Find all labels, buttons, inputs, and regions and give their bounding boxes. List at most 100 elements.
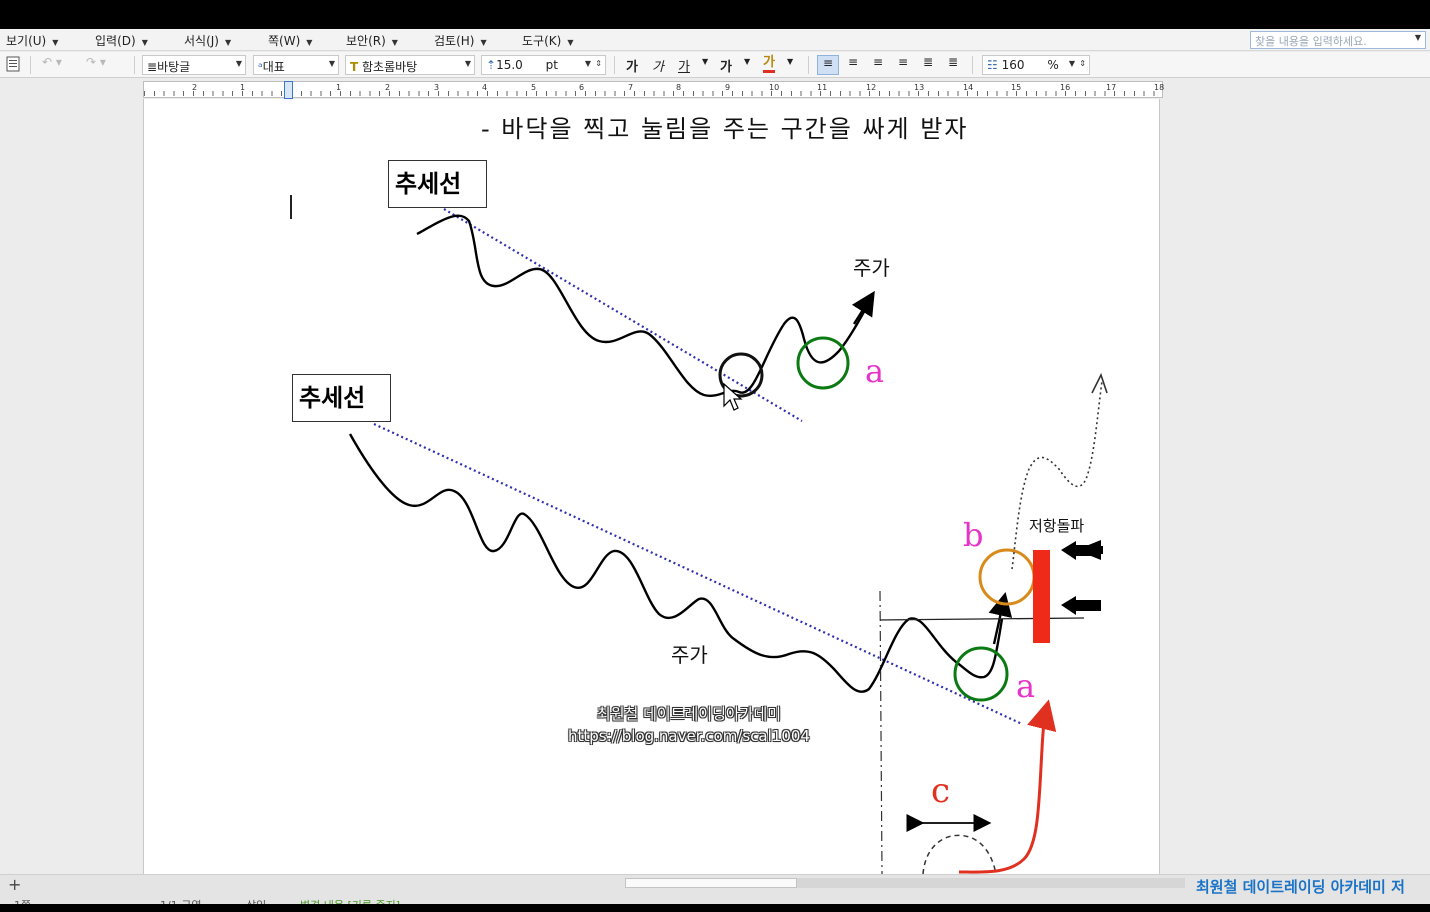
chevron-down-icon: ▼ (567, 38, 574, 47)
font-size-select[interactable]: ⇡15.0 pt ▼ ⇕ (481, 55, 606, 75)
trendline-bottom (373, 423, 1023, 725)
left-arrow-icon (1061, 596, 1101, 615)
ruler-number: 4 (482, 83, 488, 92)
document-page[interactable]: - 바닥을 찍고 눌림을 주는 구간을 싸게 받자 추세선 추세선 주가 주가 … (143, 99, 1160, 875)
ruler-number: 1 (336, 83, 342, 92)
font-size-unit: pt (545, 58, 558, 72)
spinner-icon[interactable]: ⇕ (595, 59, 602, 68)
menu-review[interactable]: 검토(H) ▼ (434, 32, 487, 49)
circle-marker-green-bottom (953, 646, 1009, 702)
document-icon[interactable] (5, 55, 21, 75)
vertical-divider (879, 590, 883, 875)
chevron-down-icon: ▼ (306, 38, 313, 47)
ruler-number: 18 (1154, 83, 1165, 92)
bold-button[interactable]: 가 (626, 56, 638, 75)
ruler-number: 7 (628, 83, 634, 92)
underline-button[interactable]: 가 (678, 56, 690, 75)
scrollbar-thumb[interactable] (625, 878, 797, 888)
menu-page-label: 쪽(W) (268, 34, 301, 48)
font-color-button[interactable]: 가 (763, 56, 775, 73)
circle-marker-orange (978, 548, 1036, 606)
format-toolbar: ↶ ▾ ↷ ▾ ≣바탕글 ▼ ᵃ대표 ▼ T 함초롬바탕 ▼ ⇡15.0 pt ▼ ⇕ 가… (0, 52, 1430, 78)
brand-caption: 최원철 데이트레이딩 아카데미 저 (1196, 878, 1405, 896)
font-select[interactable]: T 함초롬바탕 ▼ (345, 55, 475, 75)
line-spacing-value: 160 (1001, 58, 1025, 72)
chevron-down-icon: ▼ (391, 38, 398, 47)
ruler-number: 10 (769, 83, 780, 92)
add-tab-icon[interactable]: + (8, 875, 21, 894)
chevron-down-icon: ▼ (141, 38, 148, 47)
search-input[interactable]: 찾을 내용을 입력하세요. ▼ (1250, 31, 1426, 49)
chevron-down-icon: ▼ (224, 38, 232, 47)
style-icon: ≣ (147, 60, 158, 74)
price-label-bottom: 주가 (671, 643, 708, 667)
redo-icon[interactable]: ↷ ▾ (86, 55, 106, 75)
font-size-icon: ⇡ (486, 58, 497, 72)
chevron-down-icon[interactable]: ▼ (744, 57, 750, 77)
align-left-icon[interactable]: ≡ (843, 55, 863, 75)
chevron-down-icon: ▼ (1068, 59, 1075, 68)
chevron-down-icon: ▼ (464, 59, 471, 68)
text-caret (290, 195, 292, 219)
style-value: 바탕글 (157, 60, 191, 74)
watermark-line2: https://blog.naver.com/scal1004 (568, 727, 810, 745)
chevron-down-icon: ▼ (328, 59, 335, 68)
distribute-icon[interactable]: ≣ (918, 55, 938, 75)
strike-button[interactable]: 가 (720, 56, 732, 75)
horizontal-scrollbar[interactable] (625, 878, 1185, 888)
chevron-down-icon[interactable]: ▼ (702, 57, 708, 77)
toolbar-separator (134, 56, 135, 74)
title-bar (0, 0, 1430, 29)
style-select[interactable]: ≣바탕글 ▼ (142, 55, 246, 75)
align-center-icon[interactable]: ≡ (868, 55, 888, 75)
breakout-arrowhead (1091, 372, 1108, 394)
menu-view[interactable]: 보기(U) ▼ (6, 32, 58, 49)
toolbar-separator (808, 56, 809, 74)
undo-icon[interactable]: ↶ ▾ (42, 55, 62, 75)
arrow-up-top (851, 290, 875, 325)
menu-format[interactable]: 서식(J) ▼ (184, 32, 231, 49)
toolbar-separator (972, 56, 973, 74)
truetype-icon: T (350, 60, 359, 74)
split-align-icon[interactable]: ≣ (943, 55, 963, 75)
label-c: c (931, 771, 951, 811)
line-spacing-icon: ☷ (987, 58, 998, 72)
line-spacing-select[interactable]: ☷ 160 % ▼ ⇕ (982, 55, 1090, 75)
language-select[interactable]: ᵃ대표 ▼ (253, 55, 339, 75)
ruler-number: 1 (240, 83, 246, 92)
menu-view-label: 보기(U) (6, 34, 47, 48)
menu-insert[interactable]: 입력(D) ▼ (95, 32, 148, 49)
ruler-number: 6 (579, 83, 585, 92)
ruler-number: 2 (192, 83, 198, 92)
mouse-cursor-icon (723, 382, 743, 411)
menu-tools[interactable]: 도구(K) ▼ (522, 32, 573, 49)
breakout-path (1011, 380, 1103, 570)
menu-page[interactable]: 쪽(W) ▼ (268, 32, 312, 49)
resistance-bar (1033, 550, 1050, 643)
indent-marker[interactable] (284, 81, 293, 99)
menu-security-label: 보안(R) (346, 34, 386, 48)
ruler-ticks (144, 91, 1162, 96)
menu-bar: 보기(U) ▼ 입력(D) ▼ 서식(J) ▼ 쪽(W) ▼ 보안(R) ▼ 검토(H) ▼… (0, 29, 1430, 51)
horizontal-ruler[interactable]: 2 1 1 2 3 4 5 6 7 8 9 10 11 12 13 14 15 … (143, 81, 1165, 99)
ruler-number: 14 (963, 83, 974, 92)
label-b: b (963, 516, 984, 554)
chevron-down-icon: ▼ (52, 38, 59, 47)
ruler-number: 9 (725, 83, 731, 92)
resistance-label: 저항돌파 (1029, 517, 1085, 535)
align-right-icon[interactable]: ≡ (893, 55, 913, 75)
chevron-down-icon: ▼ (480, 38, 487, 47)
chevron-down-icon[interactable]: ▼ (787, 57, 793, 77)
menu-security[interactable]: 보안(R) ▼ (346, 32, 398, 49)
ruler-number: 12 (866, 83, 877, 92)
italic-button[interactable]: 가 (652, 56, 664, 75)
price-label-top: 주가 (853, 256, 890, 280)
chevron-down-icon[interactable]: ▼ (1415, 33, 1421, 42)
ruler-number: 16 (1060, 83, 1071, 92)
menu-review-label: 검토(H) (434, 34, 475, 48)
page-heading: - 바닥을 찍고 눌림을 주는 구간을 싸게 받자 (481, 115, 969, 143)
ruler-number: 11 (817, 83, 828, 92)
spinner-icon[interactable]: ⇕ (1079, 59, 1086, 68)
ruler-number: 5 (531, 83, 537, 92)
align-justify-icon[interactable]: ≡ (817, 55, 839, 75)
